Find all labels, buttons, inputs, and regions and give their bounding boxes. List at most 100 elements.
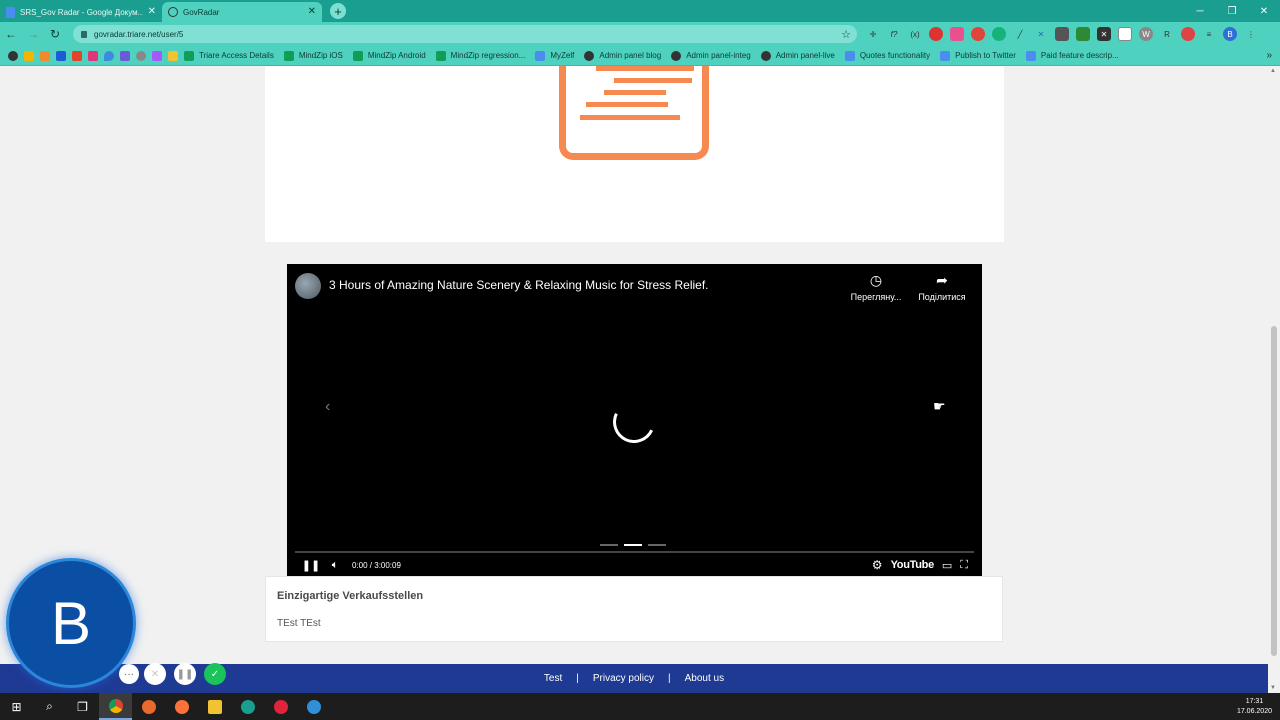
red-circle-icon[interactable] xyxy=(971,27,985,41)
maps-icon[interactable] xyxy=(104,50,114,61)
adblock-icon[interactable] xyxy=(929,27,943,41)
code-icon[interactable]: (x) xyxy=(908,27,922,41)
scroll-down-icon[interactable]: ▼ xyxy=(1270,685,1276,691)
progress-bar[interactable] xyxy=(295,551,974,553)
youtube-logo[interactable]: YouTube xyxy=(891,559,935,571)
footer-link-test[interactable]: Test xyxy=(544,673,562,684)
bookmark-item[interactable]: MindZip Android xyxy=(352,50,426,61)
windows-start-icon[interactable]: ⊞ xyxy=(0,693,33,720)
bookmark-item[interactable]: Publish to Twitter xyxy=(940,50,1016,61)
scrollbar[interactable]: ▲ ▼ xyxy=(1268,66,1280,693)
youtube-player[interactable]: 3 Hours of Amazing Nature Scenery & Rela… xyxy=(287,264,982,576)
share-button[interactable]: ➦ Поділитися xyxy=(912,272,972,302)
clock-time: 17:31 xyxy=(1245,697,1264,705)
globe-icon xyxy=(671,50,682,61)
taskbar-edge[interactable] xyxy=(297,693,330,720)
tab-govradar[interactable]: GovRadar ✕ xyxy=(162,2,322,22)
slide-dot[interactable] xyxy=(624,544,642,546)
google-drive-icon[interactable] xyxy=(24,50,34,61)
wordpress-icon[interactable]: W xyxy=(1139,27,1153,41)
globe-app-icon xyxy=(240,699,255,714)
bookmark-item[interactable]: MyZelf xyxy=(535,50,574,61)
red-badge-icon[interactable] xyxy=(1181,27,1195,41)
taskbar-chrome[interactable] xyxy=(99,693,132,720)
channel-avatar[interactable] xyxy=(295,273,321,299)
figma-icon[interactable] xyxy=(152,50,162,61)
slide-dot[interactable] xyxy=(600,544,618,546)
settings-icon[interactable]: ⚙ xyxy=(872,558,883,572)
chevron-right-icon[interactable]: » xyxy=(1266,50,1272,61)
swirl-icon[interactable] xyxy=(136,50,146,61)
recorder-avatar: B xyxy=(6,558,136,688)
system-clock[interactable]: 17:31 17.06.2020 xyxy=(1237,697,1272,717)
taskbar-explorer[interactable] xyxy=(198,693,231,720)
back-icon[interactable]: ← xyxy=(0,27,22,41)
move-icon[interactable]: ✛ xyxy=(866,27,880,41)
formula-icon[interactable]: f? xyxy=(887,27,901,41)
recorder-done-button[interactable]: ✓ xyxy=(204,663,226,685)
bookmark-item[interactable]: Admin panel-live xyxy=(760,50,835,61)
recorder-cancel-button[interactable]: ✕ xyxy=(144,663,166,685)
apple-icon[interactable] xyxy=(8,50,18,61)
page-icon[interactable] xyxy=(1118,27,1132,41)
orange-bookmark-icon[interactable] xyxy=(40,50,50,61)
scroll-up-icon[interactable]: ▲ xyxy=(1270,68,1276,74)
minimize-icon[interactable]: ─ xyxy=(1184,0,1216,22)
restore-icon[interactable]: ❐ xyxy=(1216,0,1248,22)
tab-srs-doc[interactable]: SRS_Gov Radar - Google Докум... ✕ xyxy=(0,2,162,22)
media-list-icon[interactable]: ≡ xyxy=(1202,27,1216,41)
footer-link-about[interactable]: About us xyxy=(685,673,724,684)
gitlab-icon[interactable] xyxy=(72,50,82,61)
footer-link-privacy[interactable]: Privacy policy xyxy=(593,673,654,684)
x-box-icon[interactable]: ✕ xyxy=(1097,27,1111,41)
bookmark-item[interactable]: Paid feature descrip... xyxy=(1025,50,1119,61)
new-tab-button[interactable]: + xyxy=(330,3,346,19)
close-window-icon[interactable]: ✕ xyxy=(1248,0,1280,22)
taskbar-app[interactable] xyxy=(132,693,165,720)
watch-later-button[interactable]: ◷ Перегляну... xyxy=(846,272,906,302)
bookmark-item[interactable]: MindZip iOS xyxy=(283,50,343,61)
taskbar-firefox[interactable] xyxy=(165,693,198,720)
eyedropper-icon[interactable]: ╱ xyxy=(1013,27,1027,41)
profile-avatar[interactable]: B xyxy=(1223,27,1237,41)
taskbar-app[interactable] xyxy=(231,693,264,720)
slide-dot[interactable] xyxy=(648,544,666,546)
cast-icon[interactable]: ▭ xyxy=(942,559,952,572)
recorder-more-button[interactable]: ··· xyxy=(119,664,139,684)
more-menu-icon[interactable]: ⋮ xyxy=(1244,27,1258,41)
recorder-pause-button[interactable]: ❚❚ xyxy=(174,663,196,685)
grammarly-icon[interactable] xyxy=(992,27,1006,41)
bookmark-item[interactable]: Quotes functionality xyxy=(844,50,930,61)
bookmark-item[interactable]: Triare Access Details xyxy=(184,50,274,61)
taskbar-opera[interactable] xyxy=(264,693,297,720)
fullscreen-icon[interactable]: ⛶ xyxy=(960,559,968,572)
tools-icon[interactable]: ✕ xyxy=(1034,27,1048,41)
chevron-left-icon[interactable]: ‹ xyxy=(325,398,330,416)
green-shape-icon[interactable] xyxy=(1076,27,1090,41)
invision-icon[interactable] xyxy=(88,50,98,61)
bookmark-item[interactable]: Admin panel blog xyxy=(584,50,661,61)
pink-extension-icon[interactable] xyxy=(950,27,964,41)
task-view-icon[interactable]: ❐ xyxy=(66,693,99,720)
uk-icon[interactable] xyxy=(120,50,130,61)
bookmark-item[interactable]: Admin panel-integ xyxy=(671,50,751,61)
docs-icon xyxy=(1025,50,1036,61)
search-icon[interactable]: ⌕ xyxy=(33,693,66,720)
scrollbar-thumb[interactable] xyxy=(1271,326,1277,656)
doc-line xyxy=(586,102,668,107)
url-field[interactable]: govradar.triare.net/user/5 ☆ xyxy=(73,25,857,43)
screenshot-icon[interactable] xyxy=(1055,27,1069,41)
close-tab-icon[interactable]: ✕ xyxy=(308,7,316,17)
reload-icon[interactable]: ↻ xyxy=(44,27,66,41)
blue-alert-icon[interactable] xyxy=(56,50,66,61)
volume-icon[interactable]: 🔈︎ xyxy=(324,559,346,572)
video-title[interactable]: 3 Hours of Amazing Nature Scenery & Rela… xyxy=(329,278,709,292)
sheets-icon xyxy=(435,50,446,61)
r-extension-icon[interactable]: R xyxy=(1160,27,1174,41)
bookmark-item[interactable]: MindZip regression... xyxy=(435,50,525,61)
forward-icon[interactable]: → xyxy=(22,27,44,41)
bookmark-star-icon[interactable]: ☆ xyxy=(841,28,851,41)
pause-icon[interactable]: ❚❚ xyxy=(300,559,322,572)
yellow-hand-icon[interactable] xyxy=(168,50,178,61)
close-tab-icon[interactable]: ✕ xyxy=(148,7,156,17)
